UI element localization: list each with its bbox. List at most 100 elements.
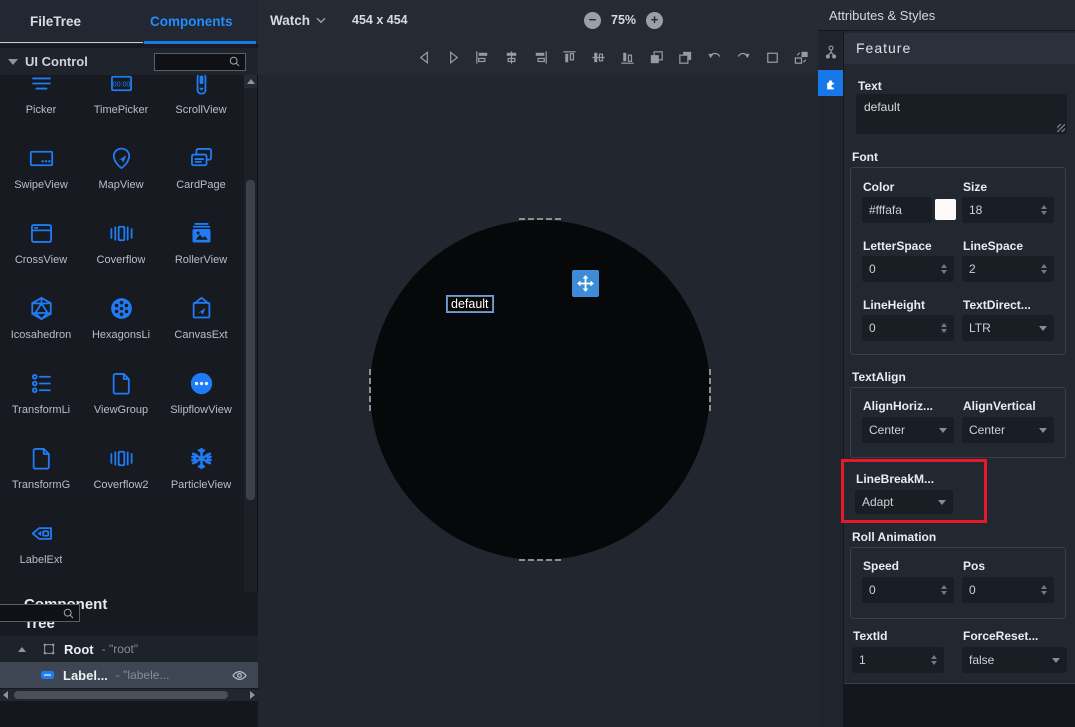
align-center-horizontal-icon[interactable] (503, 49, 520, 66)
selection-tick-left (369, 369, 371, 411)
tab-components[interactable]: Components (150, 0, 233, 44)
puzzle-icon (823, 76, 838, 91)
speed-input[interactable]: 0 (862, 577, 954, 603)
zoom-out-button[interactable]: − (584, 12, 601, 29)
expand-triangle-icon[interactable] (18, 647, 26, 652)
tab-feature-attributes[interactable] (818, 70, 843, 96)
component-item-rollerview[interactable]: RollerView (161, 210, 241, 285)
canvas-circle-shape[interactable] (370, 220, 710, 560)
alignvertical-dropdown[interactable]: Center (962, 417, 1054, 443)
tree-horizontal-scrollbar[interactable] (0, 689, 258, 701)
move-handle[interactable] (572, 270, 599, 297)
speed-label: Speed (863, 559, 899, 573)
redo-icon[interactable] (735, 49, 752, 66)
send-backward-icon[interactable] (677, 49, 694, 66)
component-item-coverflow2[interactable]: Coverflow2 (81, 435, 161, 510)
icosahedron-icon (28, 295, 55, 322)
previous-icon[interactable] (416, 49, 433, 66)
palette-vertical-scrollbar[interactable] (244, 75, 257, 621)
align-right-icon[interactable] (532, 49, 549, 66)
component-item-transformg[interactable]: TransformG (1, 435, 81, 510)
left-panel: Picker 00:00 TimePicker ScrollView Swipe… (0, 44, 258, 727)
align-middle-vertical-icon[interactable] (590, 49, 607, 66)
selection-tick-top (519, 218, 561, 220)
label-node-icon (40, 669, 55, 681)
scroll-up-button[interactable] (244, 75, 257, 88)
left-panel-bottom-filler (0, 701, 258, 727)
transformli-icon (28, 370, 55, 397)
component-item-slipflowview[interactable]: SlipflowView (161, 360, 241, 435)
canvasext-icon (188, 295, 215, 322)
scroll-right-button[interactable] (250, 691, 255, 699)
roll-animation-group-box: Speed 0 Pos 0 (850, 547, 1066, 619)
eye-visibility-icon[interactable] (231, 669, 248, 682)
component-item-icosahedron[interactable]: Icosahedron (1, 285, 81, 360)
forcereset-label: ForceReset... (963, 629, 1038, 643)
horizontal-scroll-thumb[interactable] (14, 691, 228, 699)
design-canvas[interactable]: default (258, 75, 818, 727)
canvas-header: Watch 454 x 454 − 75% + (258, 0, 818, 40)
ui-control-search-input[interactable] (154, 53, 246, 71)
attributes-tab-strip (818, 31, 844, 727)
next-icon[interactable] (445, 49, 462, 66)
tab-structure[interactable] (818, 39, 843, 65)
selected-text-element[interactable]: default (446, 295, 494, 313)
swap-layers-icon[interactable] (793, 49, 810, 66)
linespace-input[interactable]: 2 (962, 256, 1054, 282)
textdirection-dropdown[interactable]: LTR (962, 315, 1054, 341)
ui-control-header[interactable]: UI Control (0, 48, 258, 75)
tab-filetree[interactable]: FileTree (30, 0, 81, 44)
component-item-crossview[interactable]: CrossView (1, 210, 81, 285)
coverflow2-icon (108, 445, 135, 472)
pos-input[interactable]: 0 (962, 577, 1054, 603)
zoom-controls: − 75% + (584, 0, 663, 40)
undo-icon[interactable] (706, 49, 723, 66)
mapview-icon (108, 145, 135, 172)
component-item-hexagonsli[interactable]: HexagonsLi (81, 285, 161, 360)
component-item-cardpage[interactable]: CardPage (161, 135, 241, 210)
font-color-input[interactable]: #fffafa (862, 197, 932, 223)
move-arrows-icon (576, 274, 595, 293)
coverflow-icon (108, 220, 135, 247)
font-size-input[interactable]: 18 (962, 197, 1054, 223)
text-value-textarea[interactable]: default (856, 94, 1067, 134)
component-item-transformli[interactable]: TransformLi (1, 360, 81, 435)
hexagonsli-icon (108, 295, 135, 322)
zoom-in-button[interactable]: + (646, 12, 663, 29)
tree-row-label-selected[interactable]: Label... - "labele... (0, 662, 258, 688)
selection-frame-icon[interactable] (764, 49, 781, 66)
root-node-icon (42, 642, 56, 656)
align-bottom-icon[interactable] (619, 49, 636, 66)
watch-dropdown[interactable]: Watch (270, 0, 326, 40)
bring-forward-icon[interactable] (648, 49, 665, 66)
forcereset-dropdown[interactable]: false (962, 647, 1067, 673)
lineheight-input[interactable]: 0 (862, 315, 954, 341)
component-item-swipeview[interactable]: SwipeView (1, 135, 81, 210)
alignhorizontal-dropdown[interactable]: Center (862, 417, 954, 443)
align-top-icon[interactable] (561, 49, 578, 66)
component-item-particleview[interactable]: ParticleView (161, 435, 241, 510)
ui-control-title: UI Control (25, 54, 88, 69)
vertical-scroll-thumb[interactable] (246, 180, 255, 500)
component-item-viewgroup[interactable]: ViewGroup (81, 360, 161, 435)
zoom-level: 75% (611, 13, 636, 27)
cardpage-icon (188, 145, 215, 172)
canvas-toolbar (258, 40, 818, 75)
letterspace-input[interactable]: 0 (862, 256, 954, 282)
component-item-coverflow[interactable]: Coverflow (81, 210, 161, 285)
textid-input[interactable]: 1 (852, 647, 944, 673)
scroll-left-button[interactable] (3, 691, 8, 699)
tree-row-root[interactable]: Root - "root" (0, 636, 258, 662)
viewgroup-icon (108, 370, 135, 397)
component-item-canvasext[interactable]: CanvasExt (161, 285, 241, 360)
search-icon (228, 55, 241, 68)
tree-search-input[interactable] (0, 604, 80, 622)
selection-tick-right (709, 369, 711, 411)
linebreakmode-dropdown[interactable]: Adapt (855, 490, 953, 514)
align-left-icon[interactable] (474, 49, 491, 66)
component-tree-header[interactable]: Component Tree (0, 592, 258, 636)
font-color-swatch[interactable] (935, 199, 956, 220)
component-item-labelext[interactable]: LabelExt (1, 510, 81, 585)
component-item-mapview[interactable]: MapView (81, 135, 161, 210)
collapse-triangle-icon[interactable] (8, 59, 18, 65)
